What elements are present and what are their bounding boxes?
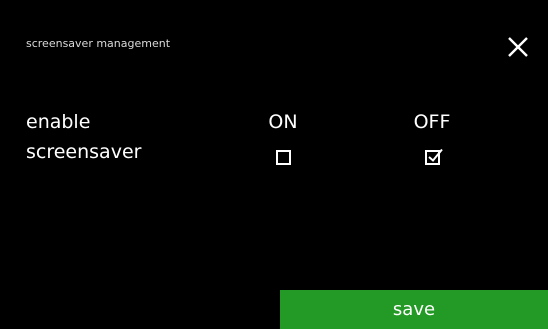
setting-label-line1: enable <box>26 111 91 133</box>
close-button[interactable] <box>500 29 536 65</box>
close-icon <box>508 37 528 57</box>
page-title: screensaver management <box>26 37 171 50</box>
setting-label-line2: screensaver <box>26 141 142 163</box>
screensaver-management-screen: screensaver management enable screensave… <box>0 0 548 329</box>
setting-label: enable screensaver <box>26 107 141 167</box>
option-off-label: OFF <box>413 111 451 133</box>
checkmark-icon <box>428 148 443 162</box>
option-on-label: ON <box>268 111 298 133</box>
on-checkbox[interactable] <box>276 150 291 165</box>
off-checkbox[interactable] <box>425 148 443 165</box>
save-button[interactable]: save <box>280 290 548 329</box>
